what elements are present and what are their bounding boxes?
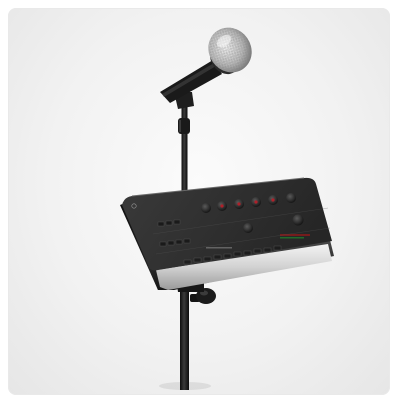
product-photo: [8, 8, 390, 395]
microphone: [160, 27, 252, 103]
personal-mixer: [120, 177, 334, 290]
mic-stand-mixer-illustration: [120, 27, 334, 390]
